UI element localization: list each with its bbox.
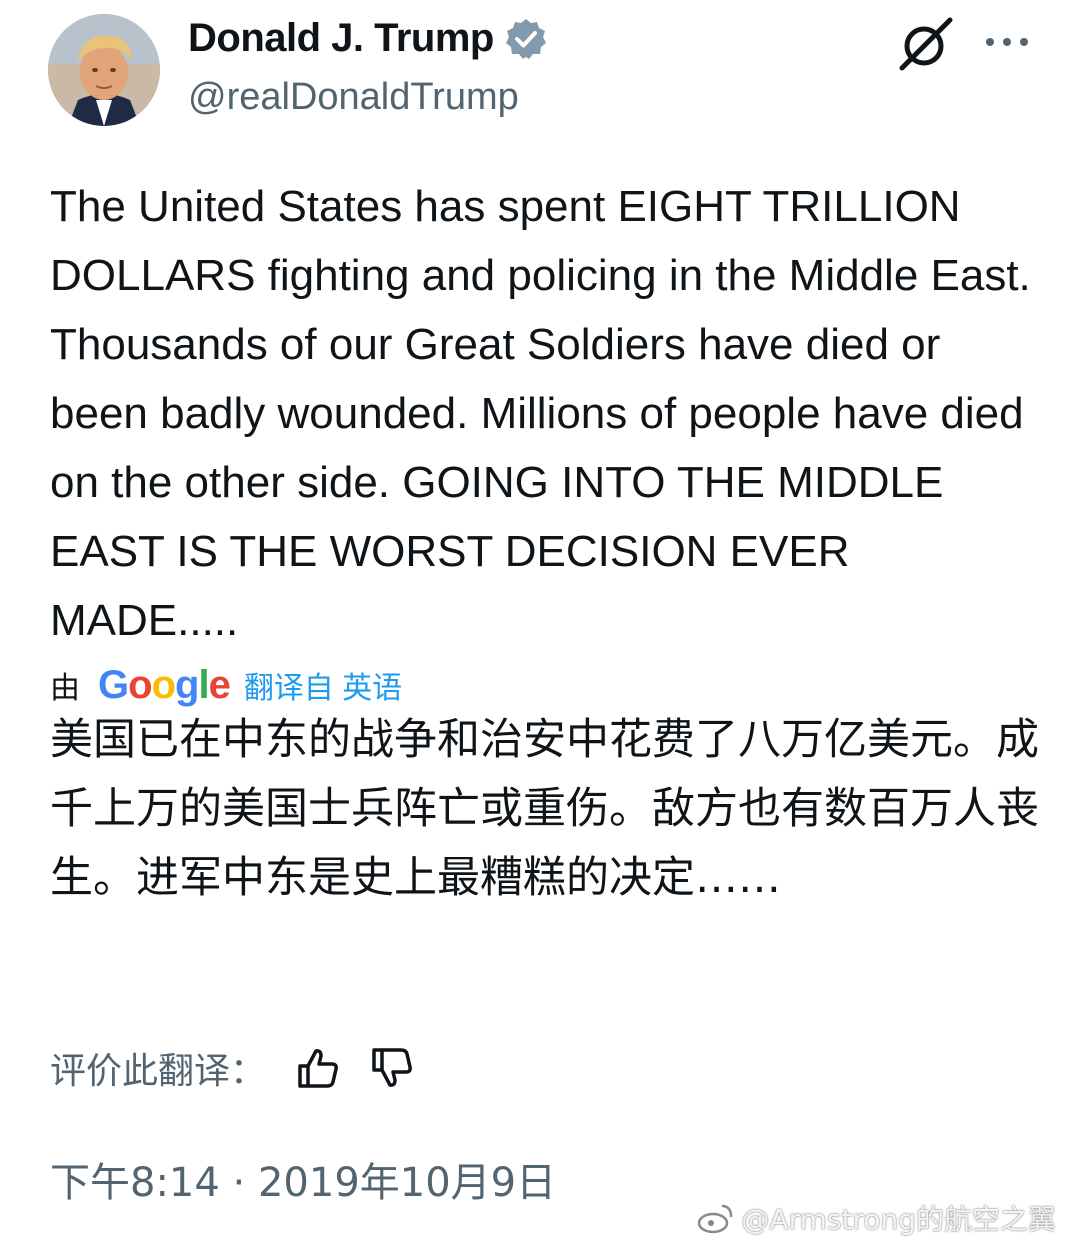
- weibo-icon: [698, 1204, 733, 1234]
- translated-from-link[interactable]: 翻译自 英语: [244, 663, 402, 707]
- tweet-text: The United States has spent EIGHT TRILLI…: [50, 182, 1031, 645]
- grok-icon[interactable]: [896, 16, 956, 72]
- tweet-timestamp[interactable]: 下午8:14 · 2019年10月9日: [50, 1150, 556, 1208]
- author-name-row: Donald J. Trump: [188, 16, 548, 61]
- translated-text: 美国已在中东的战争和治安中花费了八万亿美元。成千上万的美国士兵阵亡或重伤。敌方也…: [50, 715, 1039, 903]
- avatar-image: [48, 14, 160, 126]
- more-options-icon[interactable]: [982, 28, 1032, 56]
- rate-translation-label: 评价此翻译：: [50, 1051, 267, 1092]
- thumbs-down-icon[interactable]: [370, 1046, 414, 1090]
- author-handle[interactable]: @realDonaldTrump: [188, 76, 519, 119]
- verified-badge-icon[interactable]: [504, 17, 548, 61]
- translation-attribution: 由 Google 翻译自 英语: [50, 660, 402, 710]
- thumbs-up-icon[interactable]: [296, 1046, 340, 1090]
- avatar[interactable]: [48, 14, 160, 126]
- author-display-name[interactable]: Donald J. Trump: [188, 16, 494, 61]
- watermark: @Armstrong的航空之翼: [697, 1198, 1056, 1238]
- translated-by-label: 由: [50, 672, 80, 705]
- rate-translation-row: 评价此翻译：: [50, 1040, 414, 1096]
- watermark-text: @Armstrong的航空之翼: [741, 1203, 1056, 1236]
- google-logo: Google: [98, 662, 231, 707]
